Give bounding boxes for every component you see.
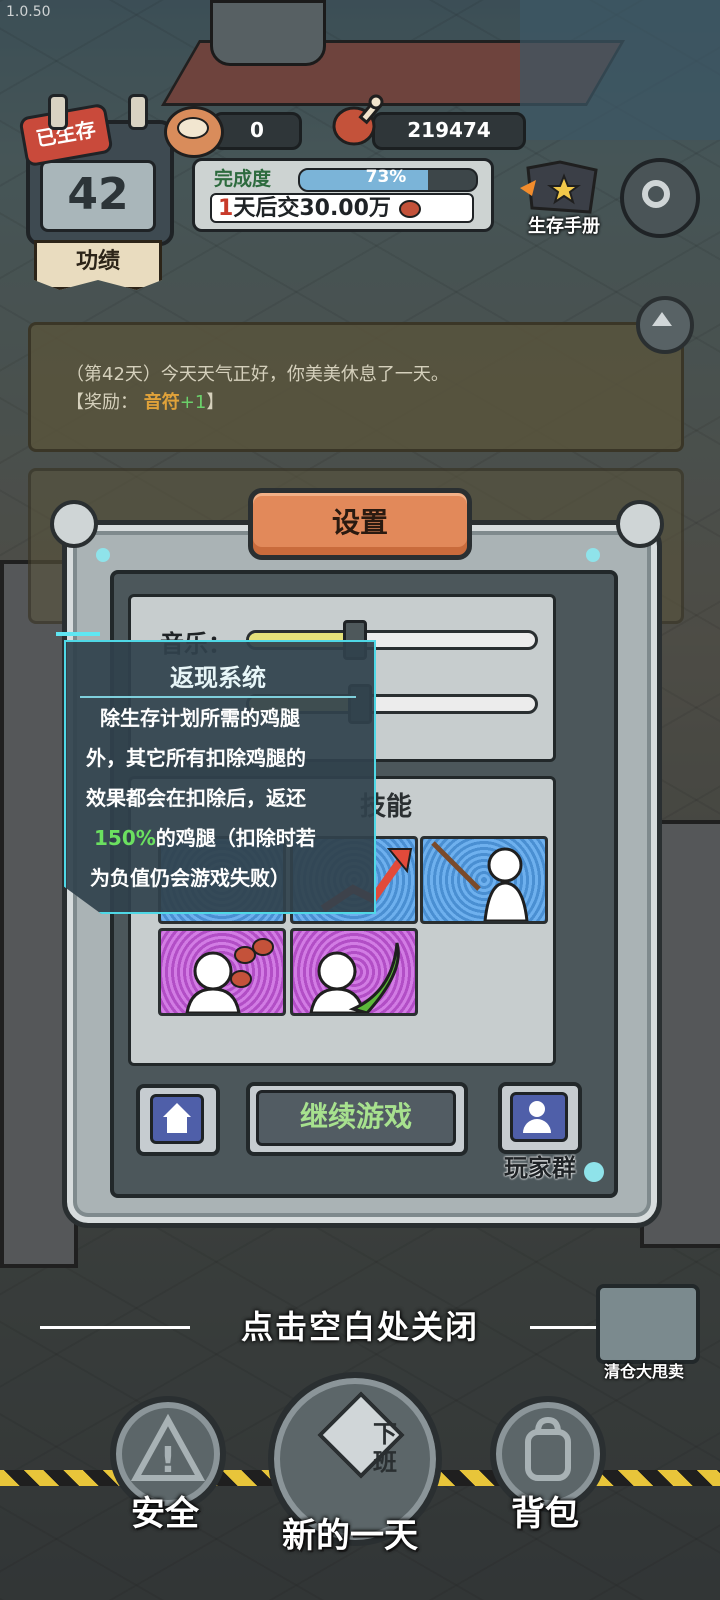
svg-text:!: !	[160, 1440, 176, 1481]
reward-amount: +1	[179, 392, 207, 413]
clearance-sale-label[interactable]: 清仓大甩卖	[584, 1358, 704, 1382]
skill-tile-fishing[interactable]	[420, 836, 548, 924]
survival-manual-icon[interactable]	[520, 158, 602, 214]
light-dot	[96, 548, 110, 562]
fishing-man-icon	[431, 841, 529, 921]
drumstick-small-icon	[398, 200, 421, 218]
tooltip-line: 150%的鸡腿（扣除时若	[94, 826, 316, 850]
clearance-sale-button[interactable]	[596, 1284, 700, 1364]
player-group-label[interactable]: 玩家群	[490, 1148, 590, 1183]
day-count: 42	[40, 160, 156, 232]
tooltip-line: 为负值仍会游戏失败）	[90, 866, 290, 890]
cucumber-man-icon	[309, 942, 400, 1013]
continue-game-button[interactable]: 继续游戏	[256, 1090, 456, 1146]
log-line: （第42天）今天天气正好，你美美休息了一天。	[66, 364, 449, 385]
bolt-icon	[616, 500, 664, 548]
drumstick-counter: 219474	[372, 112, 526, 150]
drumstick-icon	[332, 94, 384, 146]
light-dot	[586, 548, 600, 562]
tooltip-corner-accent	[56, 632, 100, 636]
tooltip-line: 外，其它所有扣除鸡腿的	[86, 746, 306, 770]
due-amount: 30.00万	[299, 196, 391, 221]
calendar-ring-icon	[48, 94, 68, 130]
event-log-panel	[28, 322, 684, 452]
due-days: 1	[218, 196, 234, 221]
tooltip-line: 除生存计划所需的鸡腿	[100, 706, 300, 730]
bolt-icon	[50, 500, 98, 548]
settings-gear-icon[interactable]	[620, 158, 700, 238]
chevron-up-icon	[652, 312, 672, 326]
bag-label[interactable]: 背包	[490, 1486, 600, 1535]
home-icon	[150, 1094, 204, 1144]
due-info: 1天后交30.00万	[210, 193, 474, 223]
due-text: 天后交	[233, 196, 300, 221]
tooltip-line: 效果都会在扣除后，返还	[86, 786, 306, 810]
safety-label[interactable]: 安全	[110, 1486, 220, 1535]
skill-tile-drumsticks[interactable]	[158, 928, 286, 1016]
new-day-label[interactable]: 新的一天	[250, 1508, 450, 1557]
settings-title: 设置	[248, 488, 472, 560]
off-work-text: 下班	[373, 1420, 397, 1476]
can-icon	[164, 106, 224, 158]
survival-manual-label[interactable]: 生存手册	[514, 212, 614, 238]
collapse-log-button[interactable]	[636, 296, 694, 354]
skill-tile-cucumber[interactable]	[290, 928, 418, 1016]
completion-percent: 73%	[365, 167, 407, 187]
log-reward: 【奖励： 音符+1】	[66, 392, 225, 413]
tooltip-title: 返现系统	[170, 664, 266, 692]
calendar-ring-icon	[128, 94, 148, 130]
light-dot	[584, 1162, 604, 1182]
version-label: 1.0.50	[6, 4, 51, 20]
eating-drumstick-icon	[185, 938, 274, 1013]
reward-item: 音符	[143, 392, 180, 413]
cans-counter: 0	[212, 112, 302, 150]
cashback-percent: 150%	[94, 826, 156, 850]
users-icon	[510, 1092, 568, 1142]
completion-label: 完成度	[214, 168, 272, 190]
